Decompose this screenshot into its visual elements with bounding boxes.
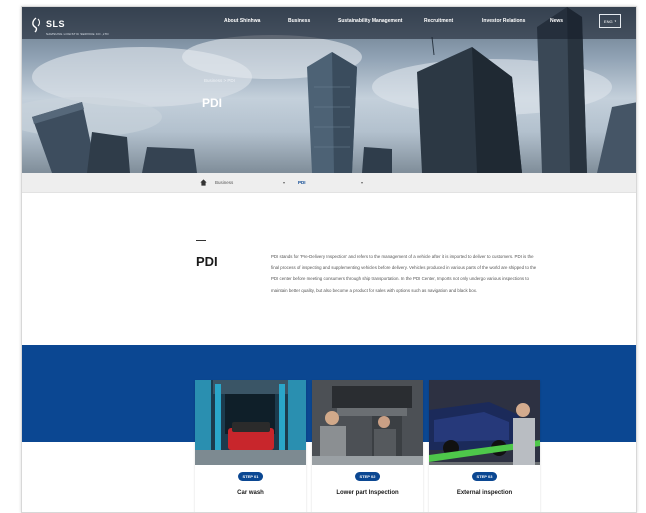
lower-part-inspection-image: [312, 380, 423, 465]
sub-navigation-bar: Business ▾ PDI ▾: [22, 173, 636, 193]
step-card-car-wash[interactable]: STEP 01 Car wash: [195, 380, 306, 512]
logo-text: SLS: [46, 19, 66, 29]
step-label: Car wash: [237, 490, 264, 496]
nav-news[interactable]: News: [550, 18, 563, 24]
title-divider: [196, 240, 206, 241]
hero-banner: SLS SAMSUNG LOGISTIC SERVICE CO.,LTD Abo…: [22, 7, 636, 173]
page-frame: SLS SAMSUNG LOGISTIC SERVICE CO.,LTD Abo…: [21, 6, 637, 513]
section-description: PDI stands for 'Pre-Delivery Inspection'…: [271, 254, 537, 293]
hero-title: PDI: [202, 96, 223, 110]
subnav-section[interactable]: Business: [215, 180, 233, 185]
step-label: Lower part Inspection: [336, 490, 399, 496]
chevron-down-icon[interactable]: ▾: [361, 180, 363, 185]
sls-logo-mark-icon: [32, 17, 40, 33]
chevron-down-icon[interactable]: ▾: [283, 180, 285, 185]
car-wash-image: [195, 380, 306, 465]
language-selector[interactable]: ENG ▾: [599, 14, 621, 28]
nav-sustainability[interactable]: Sustainability Management: [338, 18, 402, 24]
logo[interactable]: SLS SAMSUNG LOGISTIC SERVICE CO.,LTD: [30, 14, 109, 36]
nav-about[interactable]: About Shinhwa: [224, 18, 260, 24]
step-card-external-inspection[interactable]: STEP 03 External inspection: [429, 380, 540, 512]
top-navigation-bar: SLS SAMSUNG LOGISTIC SERVICE CO.,LTD Abo…: [22, 7, 636, 39]
nav-business[interactable]: Business: [288, 18, 310, 24]
hero-breadcrumb: Business > PDI: [204, 78, 235, 83]
logo-subtitle: SAMSUNG LOGISTIC SERVICE CO.,LTD: [46, 32, 109, 36]
external-inspection-image: [429, 380, 540, 465]
language-label: ENG: [603, 18, 613, 24]
nav-investor-relations[interactable]: Investor Relations: [482, 18, 525, 24]
step-badge: STEP 01: [237, 472, 264, 481]
step-badge: STEP 03: [471, 472, 498, 481]
step-card-lower-part-inspection[interactable]: STEP 02 Lower part Inspection: [312, 380, 423, 512]
subnav-current[interactable]: PDI: [298, 180, 306, 185]
home-icon[interactable]: [200, 179, 207, 186]
step-label: External inspection: [456, 490, 513, 496]
section-title: PDI: [196, 254, 218, 269]
step-badge: STEP 02: [354, 472, 381, 481]
nav-recruitment[interactable]: Recruitment: [424, 18, 453, 24]
chevron-down-icon: ▾: [614, 19, 617, 23]
